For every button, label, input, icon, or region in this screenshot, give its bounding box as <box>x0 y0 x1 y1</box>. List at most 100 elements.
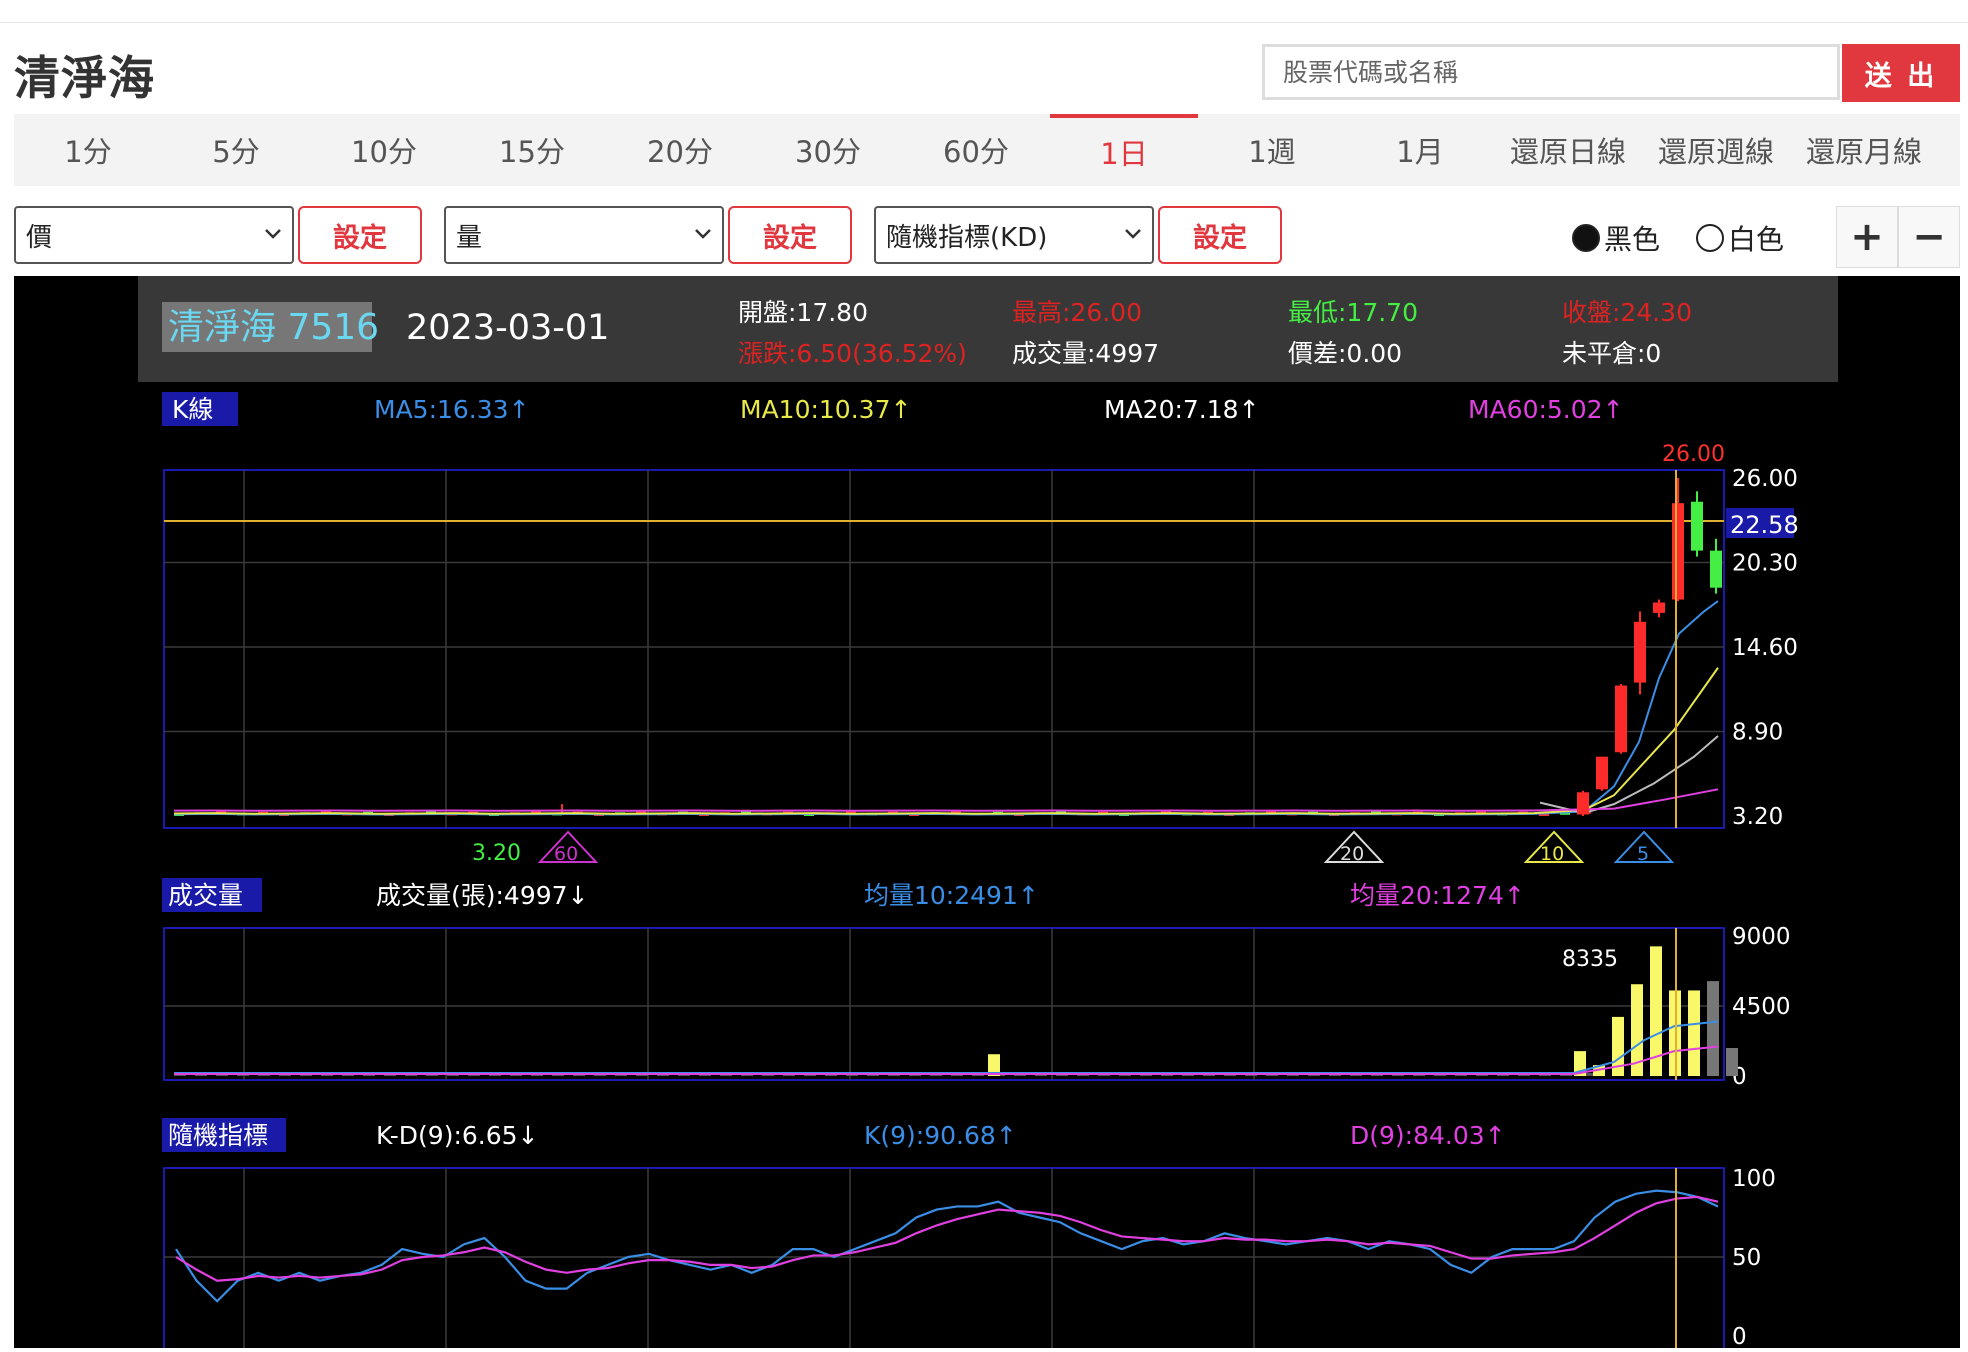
k-line <box>175 1189 1719 1303</box>
volume-axis-tick: 9000 <box>1732 924 1791 950</box>
kline-candle <box>1691 501 1703 551</box>
tab-period-10[interactable]: 還原日線 <box>1494 114 1642 186</box>
search-input[interactable] <box>1265 47 1837 97</box>
kline-candle <box>1653 602 1665 613</box>
kline-label: K線 <box>172 395 213 424</box>
ma-cross-marker-label: 20 <box>1340 843 1364 865</box>
tab-period-2[interactable]: 10分 <box>310 114 458 186</box>
volume-bar <box>1726 1048 1738 1076</box>
ma-cross-marker-label: 10 <box>1540 843 1564 865</box>
info-close: 收盤:24.30 <box>1562 298 1692 327</box>
high-price-label: 26.00 <box>1662 442 1725 467</box>
set-button-tech[interactable]: 設定 <box>1158 206 1282 264</box>
kline-axis-tick: 8.90 <box>1732 720 1783 746</box>
tab-period-1[interactable]: 5分 <box>162 114 310 186</box>
price-indicator-value: 價 <box>26 222 53 253</box>
volume-legend: 成交量(張):4997↓ <box>376 881 589 910</box>
radio-checked-icon <box>1572 224 1600 252</box>
stock-name-code: 清淨海 7516 <box>168 307 379 348</box>
ma-cross-marker-label: 60 <box>554 843 578 865</box>
info-change: 漲跌:6.50(36.52%) <box>738 339 967 368</box>
ma20-line <box>1539 735 1719 815</box>
kd-axis-tick: 0 <box>1732 1324 1747 1348</box>
chevron-down-icon <box>695 229 711 239</box>
search-field[interactable] <box>1262 44 1840 100</box>
tab-period-8[interactable]: 1週 <box>1198 114 1346 186</box>
info-date: 2023-03-01 <box>406 308 609 348</box>
volume-axis-tick: 4500 <box>1732 994 1791 1020</box>
top-divider <box>0 22 1968 23</box>
kline-axis-tick: 26.00 <box>1732 466 1798 492</box>
volume-indicator-value: 量 <box>456 222 483 253</box>
ma60-line <box>173 788 1719 812</box>
d-legend: D(9):84.03↑ <box>1350 1121 1506 1150</box>
kline-candle <box>1710 550 1722 588</box>
cursor-price-label: 22.58 <box>1730 511 1799 539</box>
stock-chart-svg[interactable]: 清淨海 7516 2023-03-01 開盤:17.80 漲跌:6.50(36.… <box>14 276 1960 1352</box>
info-high: 最高:26.00 <box>1012 298 1142 327</box>
avg20-line <box>174 1045 1719 1075</box>
tab-period-6[interactable]: 60分 <box>902 114 1050 186</box>
set-button-volume[interactable]: 設定 <box>728 206 852 264</box>
kline-axis-tick: 20.30 <box>1732 551 1798 577</box>
submit-button[interactable]: 送 出 <box>1842 44 1960 102</box>
kd-label: 隨機指標 <box>168 1121 268 1150</box>
kline-axis-tick: 3.20 <box>1732 804 1783 830</box>
period-tabs: 1分 5分 10分 15分 20分 30分 60分 1日 1週 1月 還原日線 還原週線 還原月線 <box>14 114 1960 186</box>
info-open: 開盤:17.80 <box>738 298 868 327</box>
low-price-label: 3.20 <box>472 841 521 866</box>
ma5-legend: MA5:16.33↑ <box>374 395 530 424</box>
chevron-down-icon <box>265 229 281 239</box>
tab-period-4[interactable]: 20分 <box>606 114 754 186</box>
theme-white-radio[interactable]: 白色 <box>1696 218 1784 258</box>
kline-candle <box>1596 756 1608 790</box>
avg20-legend: 均量20:1274↑ <box>1350 881 1525 910</box>
theme-black-radio[interactable]: 黑色 <box>1572 218 1660 258</box>
theme-white-label: 白色 <box>1728 223 1785 256</box>
set-button-price[interactable]: 設定 <box>298 206 422 264</box>
ma10-line <box>173 667 1719 815</box>
ma60-legend: MA60:5.02↑ <box>1468 395 1624 424</box>
ma5-line <box>173 600 1719 816</box>
tab-period-9[interactable]: 1月 <box>1346 114 1494 186</box>
avg10-legend: 均量10:2491↑ <box>864 881 1039 910</box>
tab-period-11[interactable]: 還原週線 <box>1642 114 1790 186</box>
volume-bar <box>1688 990 1700 1076</box>
info-low: 最低:17.70 <box>1288 298 1418 327</box>
ma20-legend: MA20:7.18↑ <box>1104 395 1260 424</box>
kline-candle <box>1672 503 1684 600</box>
kd-axis-tick: 50 <box>1732 1245 1761 1271</box>
tab-period-12[interactable]: 還原月線 <box>1790 114 1938 186</box>
volume-frame <box>163 927 1725 1081</box>
volume-indicator-select[interactable]: 量 <box>444 206 724 264</box>
tab-period-0[interactable]: 1分 <box>14 114 162 186</box>
avg10-line <box>174 1020 1719 1074</box>
price-indicator-select[interactable]: 價 <box>14 206 294 264</box>
volume-peak-label: 8335 <box>1562 947 1618 972</box>
indicator-controls: 價 設定 量 設定 隨機指標(KD) 設定 黑色 白色 + − <box>0 206 1968 268</box>
tab-period-7[interactable]: 1日 <box>1050 114 1198 186</box>
kline-candle <box>1615 685 1627 753</box>
tab-period-3[interactable]: 15分 <box>458 114 606 186</box>
volume-label: 成交量 <box>168 881 243 910</box>
theme-black-label: 黑色 <box>1604 223 1661 256</box>
kline-axis-tick: 14.60 <box>1732 635 1798 661</box>
info-volume: 成交量:4997 <box>1012 339 1159 368</box>
kd-diff-legend: K-D(9):6.65↓ <box>376 1121 539 1150</box>
zoom-in-button[interactable]: + <box>1836 206 1898 268</box>
d-line <box>175 1195 1719 1282</box>
page-title: 清淨海 <box>14 51 155 105</box>
volume-bar <box>1707 981 1719 1076</box>
tech-indicator-select[interactable]: 隨機指標(KD) <box>874 206 1154 264</box>
kd-axis-tick: 100 <box>1732 1166 1776 1192</box>
tech-indicator-value: 隨機指標(KD) <box>886 222 1048 253</box>
info-spread: 價差:0.00 <box>1288 339 1402 368</box>
tab-period-5[interactable]: 30分 <box>754 114 902 186</box>
kline-candle <box>1634 621 1646 683</box>
ma-cross-marker-label: 5 <box>1637 843 1649 865</box>
zoom-out-button[interactable]: − <box>1898 206 1960 268</box>
chart-area[interactable]: 清淨海 7516 2023-03-01 開盤:17.80 漲跌:6.50(36.… <box>14 276 1960 1352</box>
radio-unchecked-icon <box>1696 224 1724 252</box>
k-legend: K(9):90.68↑ <box>864 1121 1017 1150</box>
info-open-interest: 未平倉:0 <box>1562 339 1661 368</box>
